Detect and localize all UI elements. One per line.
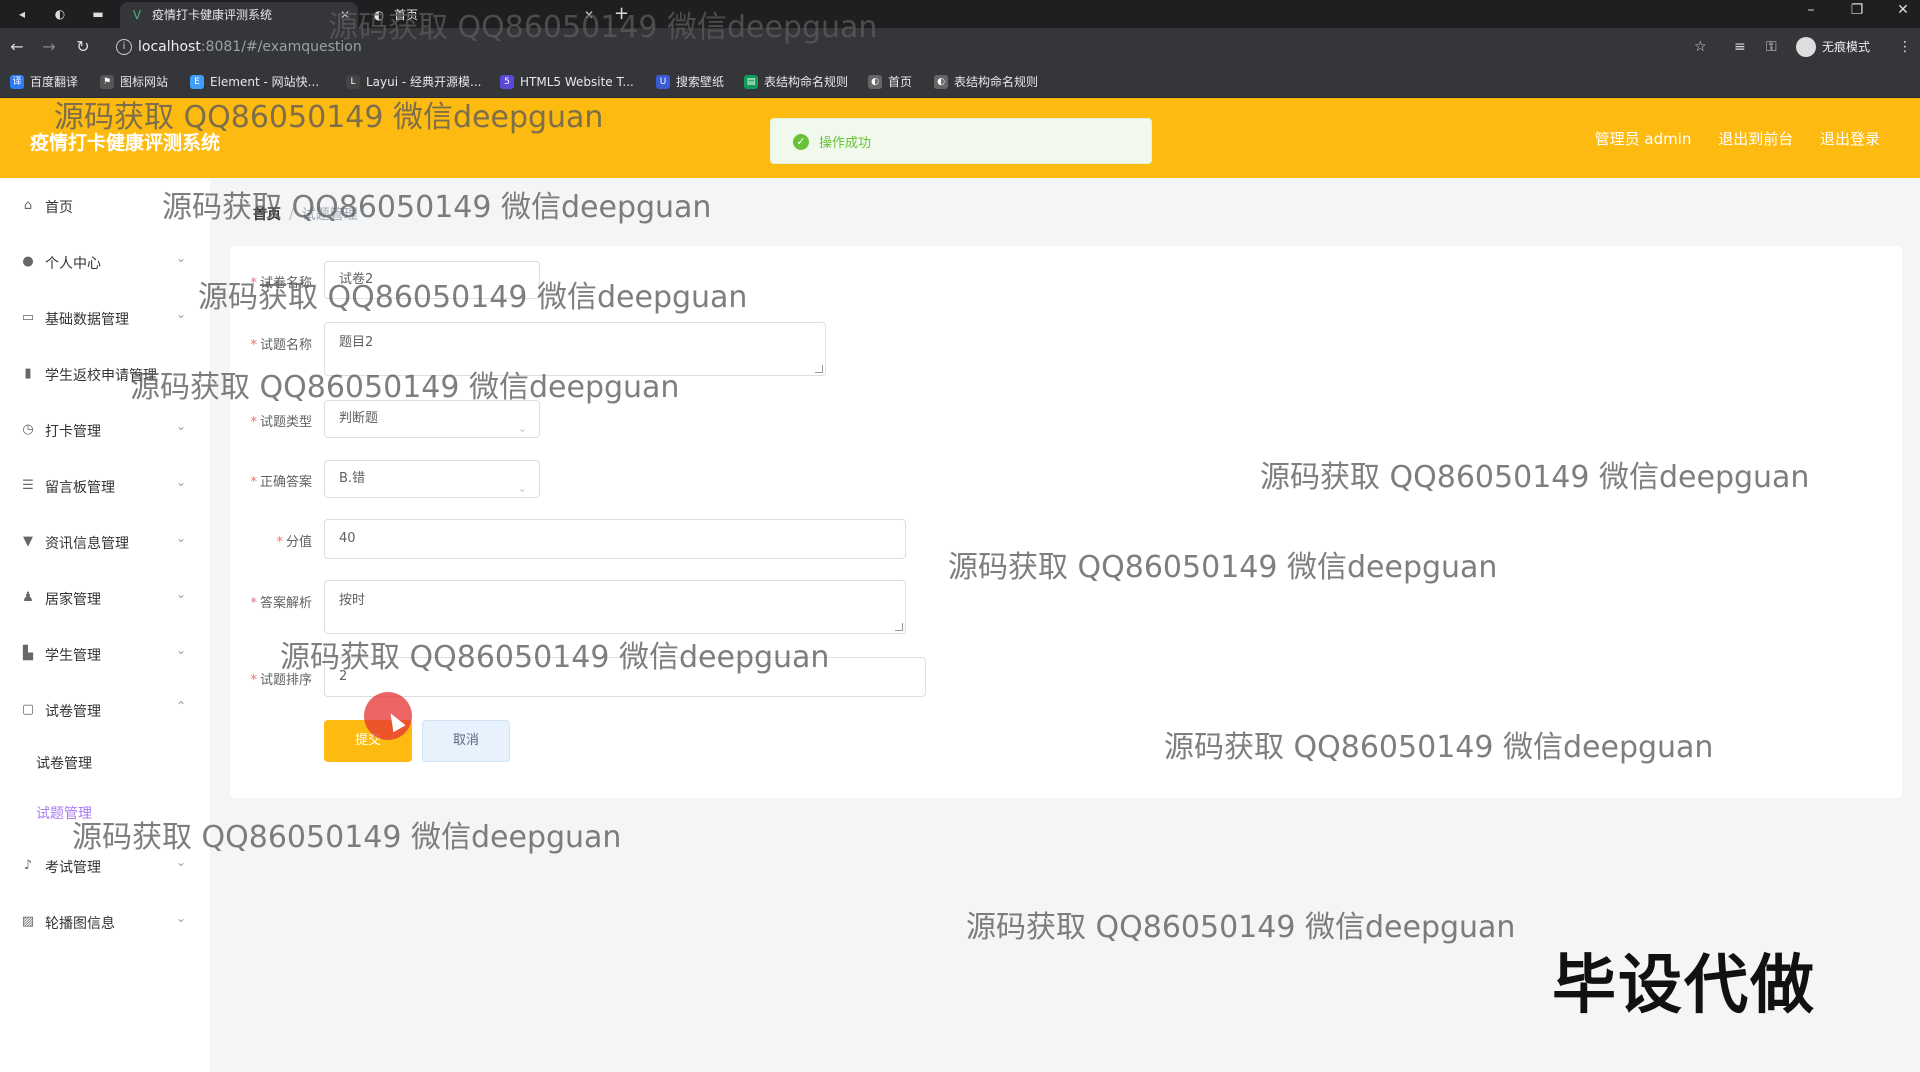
chevron-down-icon: ⌄ (175, 911, 186, 925)
logout-link[interactable]: 退出登录 (1820, 130, 1880, 148)
watermark-text: 源码获取 QQ86050149 微信deepguan (72, 820, 622, 855)
correct-answer-select[interactable]: B.错 ⌄ (324, 460, 540, 498)
chart-icon: ▮ (24, 366, 32, 381)
correct-answer-label: * 正确答案 (250, 475, 312, 490)
success-check-icon: ✓ (793, 134, 809, 150)
chevron-down-icon: ⌄ (175, 419, 186, 433)
forward-icon[interactable]: → (38, 36, 60, 58)
score-input[interactable]: 40 (324, 519, 906, 559)
student-icon: ▙ (23, 646, 33, 661)
key-icon[interactable]: ⚿ (1766, 36, 1777, 58)
image-icon: ▨ (21, 914, 35, 929)
question-name-label: * 试题名称 (250, 338, 312, 353)
watermark-text: 源码获取 QQ86050149 微信deepguan (162, 190, 712, 225)
reading-list-icon[interactable]: ≡ (1734, 36, 1746, 58)
globe-icon: ◐ (868, 75, 882, 89)
person-icon: ♟ (22, 590, 34, 605)
watermark-text: 源码获取 QQ86050149 微信deepguan (198, 280, 748, 315)
layui-icon: L (346, 75, 360, 89)
chevron-down-icon: ⌄ (175, 475, 186, 489)
watermark-text: 源码获取 QQ86050149 微信deepguan (280, 640, 830, 675)
chevron-down-icon: ⌄ (175, 643, 186, 657)
analysis-textarea[interactable]: 按时 (324, 580, 906, 634)
news-icon: ▼ (23, 534, 33, 549)
browser-tab-bar: ◂ ◐ ▬ V 疫情打卡健康评测系统 ✕ ◐ 首页 ✕ + – ❐ ✕ (0, 0, 1920, 28)
paper-icon: ▢ (21, 702, 35, 717)
sidebar-item-carousel[interactable]: ▨ 轮播图信息 ⌄ (0, 894, 210, 950)
clock-icon: ◷ (22, 422, 34, 437)
chevron-down-icon: ⌄ (175, 307, 186, 321)
chevron-down-icon: ⌄ (175, 251, 186, 265)
restore-icon[interactable]: ❐ (1842, 2, 1872, 18)
sidebar-subitem-paper-manage[interactable]: 试卷管理 (36, 744, 92, 784)
chevron-down-icon: ⌄ (517, 422, 527, 435)
sidebar-item-basic-data[interactable]: ▭ 基础数据管理 ⌄ (0, 290, 210, 346)
sidebar-item-home-isolation[interactable]: ♟ 居家管理 ⌄ (0, 570, 210, 626)
sidebar-item-papers[interactable]: ▢ 试卷管理 ⌃ (0, 682, 210, 738)
admin-user-label: 管理员 admin (1594, 130, 1692, 148)
incognito-icon (1796, 37, 1816, 57)
sidebar-item-profile[interactable]: ● 个人中心 ⌄ (0, 234, 210, 290)
wallpaper-icon: U (656, 75, 670, 89)
bookmark-item[interactable]: U 搜索壁纸 (656, 66, 724, 98)
bookmark-item[interactable]: ▤ 表结构命名规则 (744, 66, 848, 98)
watermark-text: 源码获取 QQ86050149 微信deepguan (130, 370, 680, 405)
incognito-badge[interactable]: 无痕模式 (1796, 36, 1870, 58)
minimize-icon[interactable]: – (1796, 2, 1826, 18)
back-icon[interactable]: ← (6, 36, 28, 58)
watermark-text: 源码获取 QQ86050149 微信deepguan (328, 10, 878, 45)
doc-icon: ▤ (744, 75, 758, 89)
element-icon: E (190, 75, 204, 89)
star-icon[interactable]: ☆ (1694, 36, 1707, 58)
corner-stamp: 毕设代做 (1552, 949, 1816, 1023)
watermark-text: 源码获取 QQ86050149 微信deepguan (1164, 730, 1714, 765)
globe-icon: ◐ (934, 75, 948, 89)
info-icon[interactable]: i (116, 39, 132, 55)
watermark-text: 源码获取 QQ86050149 微信deepguan (1260, 460, 1810, 495)
translate-icon: 译 (10, 75, 24, 89)
data-icon: ▭ (21, 310, 35, 325)
chevron-down-icon: ⌄ (175, 587, 186, 601)
home-icon: ⌂ (23, 198, 33, 213)
back-to-front-link[interactable]: 退出到前台 (1718, 130, 1793, 148)
chevron-down-icon: ⌄ (175, 531, 186, 545)
vue-icon: V (132, 8, 142, 22)
bookmark-item[interactable]: ◐ 首页 (868, 66, 912, 98)
chevron-down-icon: ⌄ (175, 855, 186, 869)
sidebar-menu: ⌂ 首页 ● 个人中心 ⌄ ▭ 基础数据管理 ⌄ ▮ 学生返校申请管理 ◷ 打卡管理 ⌄ ☰ 留言… (0, 178, 210, 1072)
bookmark-item[interactable]: ◐ 表结构命名规则 (934, 66, 1038, 98)
success-toast: ✓ 操作成功 (770, 118, 1152, 164)
score-label: * 分值 (276, 535, 312, 550)
mic-icon: ♪ (23, 858, 33, 873)
reload-icon[interactable]: ↻ (72, 36, 94, 58)
sidebar-item-students[interactable]: ▙ 学生管理 ⌄ (0, 626, 210, 682)
header-links: 管理员 admin 退出到前台 退出登录 (1573, 128, 1880, 149)
question-type-label: * 试题类型 (250, 415, 312, 430)
user-icon: ● (22, 254, 34, 269)
flag-icon: ⚑ (100, 75, 114, 89)
html5-icon: 5 (500, 75, 514, 89)
watermark-text: 源码获取 QQ86050149 微信deepguan (54, 100, 604, 135)
more-menu-icon[interactable]: ⋮ (1898, 36, 1912, 58)
chevron-up-icon: ⌃ (175, 699, 186, 713)
watermark-text: 源码获取 QQ86050149 微信deepguan (966, 910, 1516, 945)
sidebar-item-news[interactable]: ▼ 资讯信息管理 ⌄ (0, 514, 210, 570)
close-window-icon[interactable]: ✕ (1888, 2, 1918, 18)
list-icon: ☰ (22, 478, 34, 493)
window-icon[interactable]: ▬ (88, 4, 108, 24)
cancel-button[interactable]: 取消 (422, 720, 510, 762)
resize-handle[interactable] (815, 365, 823, 373)
chevron-down-icon: ⌄ (517, 482, 527, 495)
globe-icon[interactable]: ◐ (50, 4, 70, 24)
resize-handle[interactable] (895, 623, 903, 631)
toast-message: 操作成功 (819, 136, 872, 151)
back-history-icon[interactable]: ◂ (12, 4, 32, 24)
address-bar-row: ← → ↻ i localhost:8081/#/examquestion ☆ … (0, 28, 1920, 66)
watermark-text: 源码获取 QQ86050149 微信deepguan (948, 550, 1498, 585)
analysis-label: * 答案解析 (250, 596, 312, 611)
tab-system[interactable]: V 疫情打卡健康评测系统 ✕ (120, 2, 358, 28)
sidebar-item-message-board[interactable]: ☰ 留言板管理 ⌄ (0, 458, 210, 514)
sidebar-item-checkin[interactable]: ◷ 打卡管理 ⌄ (0, 402, 210, 458)
